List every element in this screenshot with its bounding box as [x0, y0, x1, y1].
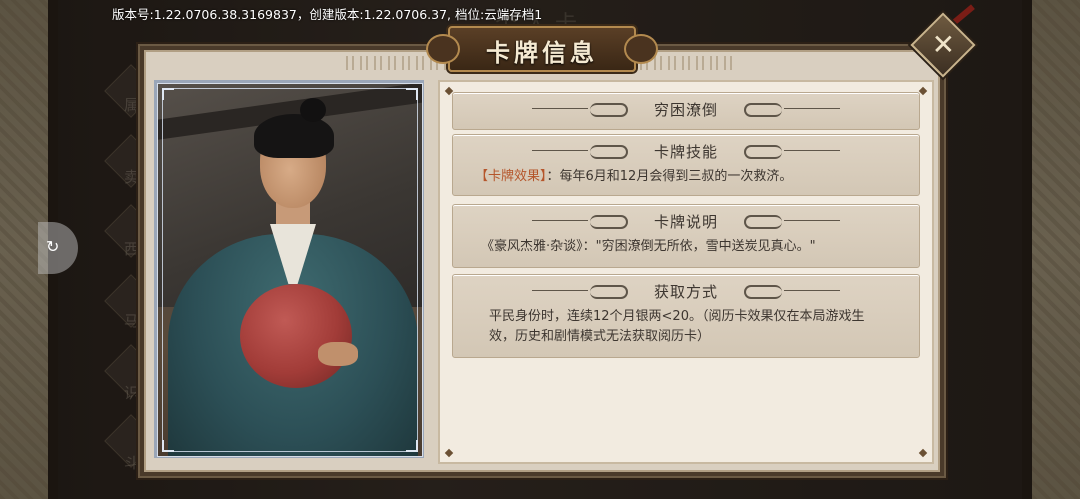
red-cloth-bundle	[240, 284, 352, 388]
character-portrait-frame	[154, 80, 424, 458]
card-description-section: 卡牌说明 《豪风杰雅·杂谈》："穷困潦倒无所依，雪中送炭见真心。"	[452, 204, 920, 268]
scroll-ornament-left-icon	[531, 103, 628, 117]
section-title: 获取方式	[653, 282, 718, 301]
effect-tag: 【卡牌效果】	[475, 169, 547, 184]
section-header: 穷困潦倒	[453, 93, 919, 125]
section-body: 平民身份时，连续12个月银两<20。（阅历卡效果仅在本局游戏生效，历史和剧情模式…	[453, 307, 919, 347]
character-topknot	[300, 98, 326, 122]
section-header: 获取方式	[453, 275, 919, 307]
card-name-section: 穷困潦倒	[452, 92, 920, 130]
character-hand	[318, 342, 358, 366]
section-header: 卡牌说明	[453, 205, 919, 237]
panel-corner-ornament	[918, 448, 928, 458]
panel-corner-ornament	[444, 448, 454, 458]
version-info: 版本号:1.22.0706.38.3169837，创建版本:1.22.0706.…	[112, 7, 543, 22]
portrait-corner-icon	[406, 88, 418, 100]
refresh-icon: ↻	[46, 237, 60, 256]
close-icon: ✕	[931, 28, 956, 62]
portrait-corner-icon	[162, 88, 174, 100]
dialog-title: 卡牌信息	[486, 38, 598, 67]
card-skill-section: 卡牌技能 【卡牌效果】：每年6月和12月会得到三叔的一次救济。	[452, 134, 920, 196]
section-title: 卡牌说明	[653, 212, 718, 231]
panel-corner-ornament	[918, 86, 928, 96]
character-hair	[254, 114, 334, 158]
scroll-ornament-right-icon	[744, 103, 840, 117]
section-header: 卡牌技能	[453, 135, 919, 167]
scroll-ornament-left-icon	[531, 215, 628, 229]
card-info-panel: 穷困潦倒 卡牌技能 【卡牌效果】：每年6月和12月会得到三叔的一次救济。 卡牌说…	[438, 80, 934, 464]
scroll-ornament-right-icon	[744, 285, 840, 299]
description-text: 《豪风杰雅·杂谈》："穷困潦倒无所依，雪中送炭见真心。"	[481, 239, 816, 254]
portrait-corner-icon	[162, 440, 174, 452]
section-body: 《豪风杰雅·杂谈》："穷困潦倒无所依，雪中送炭见真心。"	[453, 237, 919, 257]
acquisition-section: 获取方式 平民身份时，连续12个月银两<20。（阅历卡效果仅在本局游戏生效，历史…	[452, 274, 920, 358]
scroll-ornament-left-icon	[531, 145, 628, 159]
card-name: 穷困潦倒	[653, 100, 718, 119]
section-body: 【卡牌效果】：每年6月和12月会得到三叔的一次救济。	[453, 167, 919, 187]
section-title: 卡牌技能	[653, 142, 718, 161]
scroll-ornament-right-icon	[744, 215, 840, 229]
scroll-ornament-left-icon	[531, 285, 628, 299]
dialog-title-plaque: 卡牌信息	[426, 26, 658, 72]
effect-text: ：每年6月和12月会得到三叔的一次救济。	[546, 169, 793, 184]
scroll-ornament-right-icon	[744, 145, 840, 159]
portrait-corner-icon	[406, 440, 418, 452]
character-portrait	[157, 83, 423, 457]
acquisition-text: 平民身份时，连续12个月银两<20。（阅历卡效果仅在本局游戏生效，历史和剧情模式…	[489, 309, 865, 344]
